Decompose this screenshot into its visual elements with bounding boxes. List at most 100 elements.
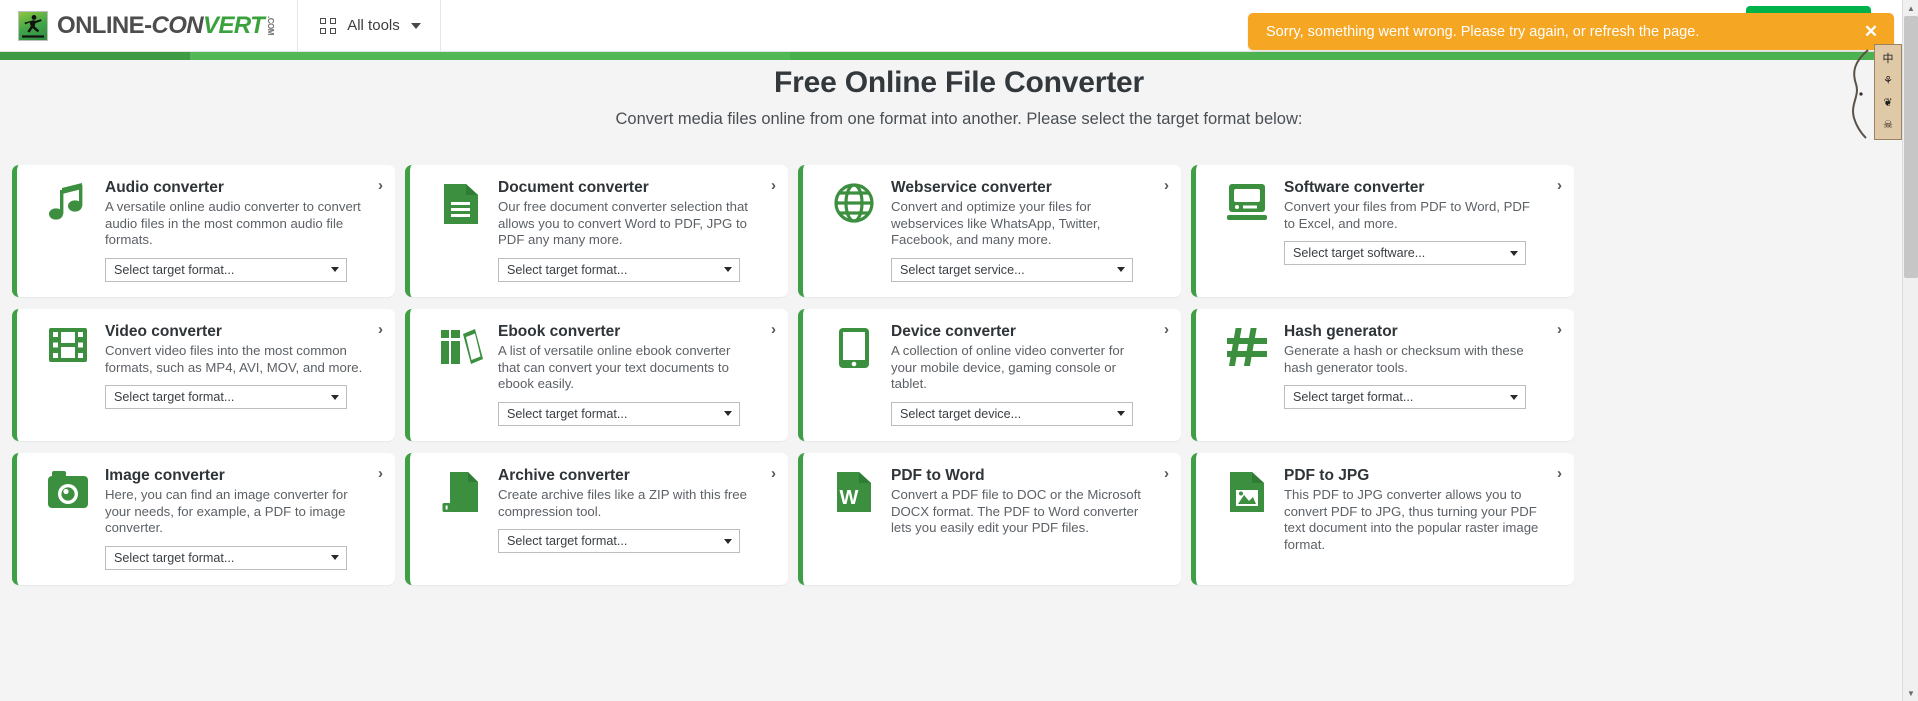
converter-card[interactable]: Video converter Convert video files into… bbox=[12, 309, 395, 441]
chevron-right-icon[interactable]: › bbox=[771, 321, 776, 338]
converter-card[interactable]: W PDF to Word Convert a PDF file to DOC … bbox=[798, 453, 1181, 585]
error-toast-message: Sorry, something went wrong. Please try … bbox=[1266, 23, 1700, 40]
converter-card-title: Archive converter bbox=[498, 467, 630, 484]
converter-card-title: Document converter bbox=[498, 179, 649, 196]
floating-toolbar-widget[interactable]: 中 ⚘ ❦ ☠ bbox=[1874, 44, 1902, 140]
converter-card-title: Audio converter bbox=[105, 179, 224, 196]
document-lines-icon bbox=[424, 179, 498, 239]
converter-card-description: Convert a PDF file to DOC or the Microso… bbox=[891, 487, 1141, 535]
error-toast: Sorry, something went wrong. Please try … bbox=[1248, 13, 1894, 50]
image-document-icon bbox=[1210, 467, 1284, 527]
chevron-down-icon bbox=[1117, 267, 1125, 272]
converter-card-description: Generate a hash or checksum with these h… bbox=[1284, 343, 1524, 375]
brand-part2: CONVERT bbox=[151, 11, 265, 39]
target-format-select-value: Select target format... bbox=[114, 550, 235, 565]
chevron-right-icon[interactable]: › bbox=[1557, 321, 1562, 338]
hero-section: Free Online File Converter Convert media… bbox=[0, 60, 1918, 129]
target-format-select[interactable]: Select target format... bbox=[498, 529, 740, 553]
target-format-select-value: Select target format... bbox=[507, 534, 628, 548]
target-format-select-value: Select target format... bbox=[114, 390, 235, 404]
chevron-down-icon bbox=[410, 22, 421, 29]
chevron-right-icon[interactable]: › bbox=[378, 177, 383, 194]
converter-card[interactable]: Document converter Our free document con… bbox=[405, 165, 788, 297]
chevron-down-icon bbox=[1117, 411, 1125, 416]
chevron-right-icon[interactable]: › bbox=[771, 465, 776, 482]
converter-card-description: This PDF to JPG converter allows you to … bbox=[1284, 487, 1539, 552]
target-format-select[interactable]: Select target service... bbox=[891, 257, 1133, 282]
converter-card-body: Image converter Here, you can find an im… bbox=[105, 467, 381, 585]
converter-card-description: Our free document converter selection th… bbox=[498, 199, 748, 247]
chevron-down-icon bbox=[331, 394, 339, 400]
converter-card[interactable]: PDF to JPG This PDF to JPG converter all… bbox=[1191, 453, 1574, 585]
widget-glyph-4[interactable]: ☠ bbox=[1883, 119, 1893, 131]
brand-wordmark: ONLINE-CONVERT bbox=[57, 11, 265, 40]
page-scrollbar[interactable]: ▲ ▼ bbox=[1902, 0, 1918, 701]
chevron-right-icon[interactable]: › bbox=[1557, 177, 1562, 194]
chevron-down-icon bbox=[1510, 250, 1518, 256]
converter-card-body: PDF to JPG This PDF to JPG converter all… bbox=[1284, 467, 1560, 585]
chevron-right-icon[interactable]: › bbox=[771, 177, 776, 194]
converter-card-grid: Audio converter A versatile online audio… bbox=[12, 165, 1906, 585]
converter-card-title: PDF to JPG bbox=[1284, 467, 1370, 484]
books-icon bbox=[424, 323, 498, 383]
all-tools-menu[interactable]: All tools bbox=[298, 0, 443, 52]
chevron-right-icon[interactable]: › bbox=[378, 465, 383, 482]
converter-card[interactable]: Software converter Convert your files fr… bbox=[1191, 165, 1574, 297]
page-root: ONLINE-CONVERT .COM All tools Sorry, som… bbox=[0, 0, 1918, 701]
scrollbar-up-arrow-icon[interactable]: ▲ bbox=[1903, 0, 1918, 16]
converter-card-body: Audio converter A versatile online audio… bbox=[105, 179, 381, 297]
target-format-select-value: Select target format... bbox=[1293, 390, 1414, 404]
target-format-select-value: Select target device... bbox=[900, 406, 1022, 421]
scrollbar-thumb[interactable] bbox=[1904, 16, 1918, 278]
converter-card[interactable]: Hash generator Generate a hash or checks… bbox=[1191, 309, 1574, 441]
hash-icon bbox=[1210, 323, 1284, 383]
converter-card-body: Document converter Our free document con… bbox=[498, 179, 774, 297]
converter-card[interactable]: Archive converter Create archive files l… bbox=[405, 453, 788, 585]
target-format-select[interactable]: Select target format... bbox=[105, 385, 347, 409]
page-subtitle: Convert media files online from one form… bbox=[615, 110, 1303, 128]
converter-card-body: Archive converter Create archive files l… bbox=[498, 467, 774, 585]
page-title: Free Online File Converter bbox=[774, 66, 1144, 99]
converter-card-title: Webservice converter bbox=[891, 179, 1052, 196]
film-strip-icon bbox=[31, 323, 105, 383]
converter-card-description: Convert video files into the most common… bbox=[105, 343, 363, 375]
widget-glyph-1[interactable]: 中 bbox=[1883, 53, 1894, 65]
tablet-device-icon bbox=[817, 323, 891, 383]
svg-text:W: W bbox=[840, 487, 859, 509]
scrollbar-down-arrow-icon[interactable]: ▼ bbox=[1903, 685, 1918, 701]
brand-logo[interactable]: ONLINE-CONVERT .COM bbox=[0, 0, 275, 52]
target-format-select[interactable]: Select target software... bbox=[1284, 241, 1526, 265]
target-format-select-value: Select target format... bbox=[114, 262, 235, 277]
chevron-down-icon bbox=[1510, 394, 1518, 400]
chevron-right-icon[interactable]: › bbox=[1164, 465, 1169, 482]
chevron-down-icon bbox=[331, 267, 339, 272]
accent-strip-segment bbox=[190, 52, 790, 60]
target-format-select[interactable]: Select target format... bbox=[105, 257, 347, 282]
accent-strip-segment bbox=[0, 52, 190, 60]
target-format-select[interactable]: Select target format... bbox=[1284, 385, 1526, 409]
converter-card-description: Convert your files from PDF to Word, PDF… bbox=[1284, 199, 1530, 231]
widget-glyph-2[interactable]: ⚘ bbox=[1883, 75, 1893, 87]
converter-card-title: PDF to Word bbox=[891, 467, 985, 484]
converter-card-body: Software converter Convert your files fr… bbox=[1284, 179, 1560, 297]
converter-card[interactable]: Audio converter A versatile online audio… bbox=[12, 165, 395, 297]
converter-card[interactable]: Image converter Here, you can find an im… bbox=[12, 453, 395, 585]
chevron-right-icon[interactable]: › bbox=[378, 321, 383, 338]
chevron-right-icon[interactable]: › bbox=[1557, 465, 1562, 482]
converter-card-description: Convert and optimize your files for webs… bbox=[891, 199, 1101, 247]
all-tools-label: All tools bbox=[347, 17, 400, 34]
chevron-right-icon[interactable]: › bbox=[1164, 177, 1169, 194]
target-format-select[interactable]: Select target format... bbox=[105, 545, 347, 570]
word-document-icon: W bbox=[817, 467, 891, 527]
target-format-select[interactable]: Select target format... bbox=[498, 401, 740, 426]
converter-card-description: A list of versatile online ebook convert… bbox=[498, 343, 731, 391]
chevron-right-icon[interactable]: › bbox=[1164, 321, 1169, 338]
converter-card[interactable]: Ebook converter A list of versatile onli… bbox=[405, 309, 788, 441]
widget-glyph-3[interactable]: ❦ bbox=[1883, 97, 1892, 109]
runner-logo-icon bbox=[18, 10, 48, 41]
converter-card[interactable]: Device converter A collection of online … bbox=[798, 309, 1181, 441]
target-format-select[interactable]: Select target format... bbox=[498, 257, 740, 282]
camera-icon bbox=[31, 467, 105, 527]
converter-card[interactable]: Webservice converter Convert and optimiz… bbox=[798, 165, 1181, 297]
target-format-select[interactable]: Select target device... bbox=[891, 401, 1133, 426]
